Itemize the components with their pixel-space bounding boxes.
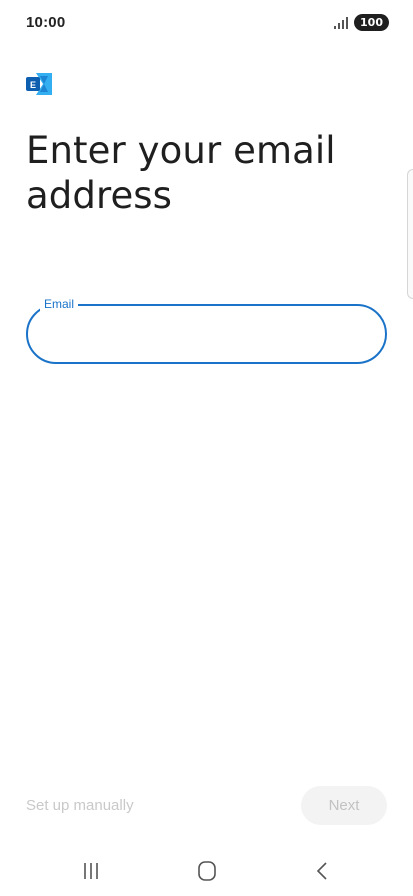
- back-icon[interactable]: [308, 860, 338, 882]
- exchange-logo-icon: E: [26, 73, 52, 95]
- edge-panel-handle[interactable]: [407, 169, 413, 299]
- status-indicators: 100: [334, 14, 389, 31]
- next-button[interactable]: Next: [301, 786, 387, 825]
- status-bar: 10:00 100: [0, 0, 413, 46]
- signal-bars-icon: [334, 16, 349, 29]
- home-icon[interactable]: [192, 860, 222, 882]
- status-time: 10:00: [26, 14, 66, 31]
- email-input[interactable]: [46, 306, 370, 364]
- battery-badge: 100: [354, 14, 389, 31]
- page-title: Enter your email address: [26, 129, 336, 217]
- email-field[interactable]: Email: [26, 296, 387, 364]
- navigation-bar: [0, 848, 413, 896]
- recents-icon[interactable]: [76, 860, 106, 882]
- setup-manually-link[interactable]: Set up manually: [26, 797, 134, 814]
- logo-letter: E: [30, 80, 36, 90]
